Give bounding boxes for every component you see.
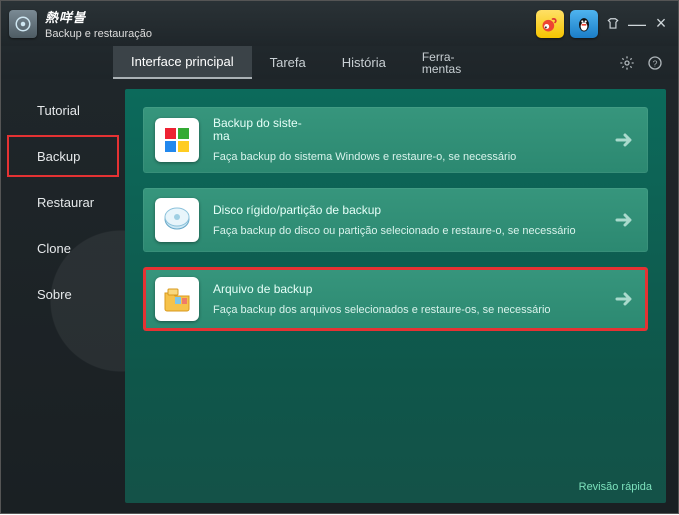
tab-tools[interactable]: Ferra- mentas	[404, 46, 479, 79]
qq-penguin-icon	[574, 14, 594, 34]
card-desc: Faça backup do disco ou partição selecio…	[213, 225, 606, 237]
card-disk-backup[interactable]: Disco rígido/partição de backup Faça bac…	[143, 188, 648, 252]
sidebar-item-tutorial[interactable]: Tutorial	[7, 89, 119, 131]
sidebar-item-backup[interactable]: Backup	[7, 135, 119, 177]
minimize-button[interactable]: —	[628, 15, 646, 33]
settings-button[interactable]	[618, 54, 636, 72]
card-arrow	[614, 131, 636, 149]
brand-subtitle: Backup e restauração	[45, 28, 152, 40]
share-weibo-button[interactable]	[536, 10, 564, 38]
arrow-right-icon	[615, 133, 635, 147]
folder-icon	[161, 283, 193, 315]
top-nav: Interface principal Tarefa História Ferr…	[1, 46, 678, 79]
tab-label: História	[342, 55, 386, 70]
arrow-right-icon	[615, 213, 635, 227]
help-icon: ?	[647, 55, 663, 71]
weibo-icon	[540, 14, 560, 34]
brand-block: 熱咩볼 Backup e restauração	[45, 7, 152, 40]
card-system-backup[interactable]: Backup do siste- ma Faça backup do siste…	[143, 107, 648, 173]
sidebar: Tutorial Backup Restaurar Clone Sobre	[1, 79, 125, 515]
tshirt-icon	[606, 17, 620, 31]
card-icon-box	[155, 118, 199, 162]
app-icon	[9, 10, 37, 38]
card-title: Disco rígido/partição de backup	[213, 204, 606, 217]
tab-label: Ferra- mentas	[422, 51, 461, 75]
arrow-right-icon	[615, 292, 635, 306]
app-logo-icon	[14, 15, 32, 33]
main-panel: Backup do siste- ma Faça backup do siste…	[125, 89, 666, 503]
title-bar: 熱咩볼 Backup e restauração — ×	[1, 1, 678, 46]
card-desc: Faça backup dos arquivos selecionados e …	[213, 304, 606, 316]
card-arrow	[614, 290, 636, 308]
card-file-backup[interactable]: Arquivo de backup Faça backup dos arquiv…	[143, 267, 648, 331]
windows-logo-icon	[161, 124, 193, 156]
gear-icon	[619, 55, 635, 71]
svg-text:?: ?	[653, 58, 658, 68]
card-arrow	[614, 211, 636, 229]
card-icon-box	[155, 198, 199, 242]
brand-name: 熱咩볼	[45, 7, 152, 26]
tab-history[interactable]: História	[324, 46, 404, 79]
sidebar-item-clone[interactable]: Clone	[7, 227, 119, 269]
close-button[interactable]: ×	[652, 15, 670, 33]
sidebar-item-about[interactable]: Sobre	[7, 273, 119, 315]
card-title: Backup do siste- ma	[213, 117, 303, 143]
card-icon-box	[155, 277, 199, 321]
quick-review-link[interactable]: Revisão rápida	[579, 481, 652, 493]
share-qq-button[interactable]	[570, 10, 598, 38]
sidebar-item-label: Clone	[37, 241, 71, 256]
help-button[interactable]: ?	[646, 54, 664, 72]
sidebar-item-label: Tutorial	[37, 103, 80, 118]
pin-button[interactable]	[604, 15, 622, 33]
card-title: Arquivo de backup	[213, 283, 606, 296]
tab-task[interactable]: Tarefa	[252, 46, 324, 79]
sidebar-item-label: Restaurar	[37, 195, 94, 210]
tab-label: Tarefa	[270, 55, 306, 70]
card-desc: Faça backup do sistema Windows e restaur…	[213, 151, 606, 163]
tab-main-interface[interactable]: Interface principal	[113, 46, 252, 79]
tab-label: Interface principal	[131, 54, 234, 69]
disk-icon	[161, 204, 193, 236]
sidebar-item-label: Backup	[37, 149, 80, 164]
sidebar-item-restore[interactable]: Restaurar	[7, 181, 119, 223]
sidebar-item-label: Sobre	[37, 287, 72, 302]
